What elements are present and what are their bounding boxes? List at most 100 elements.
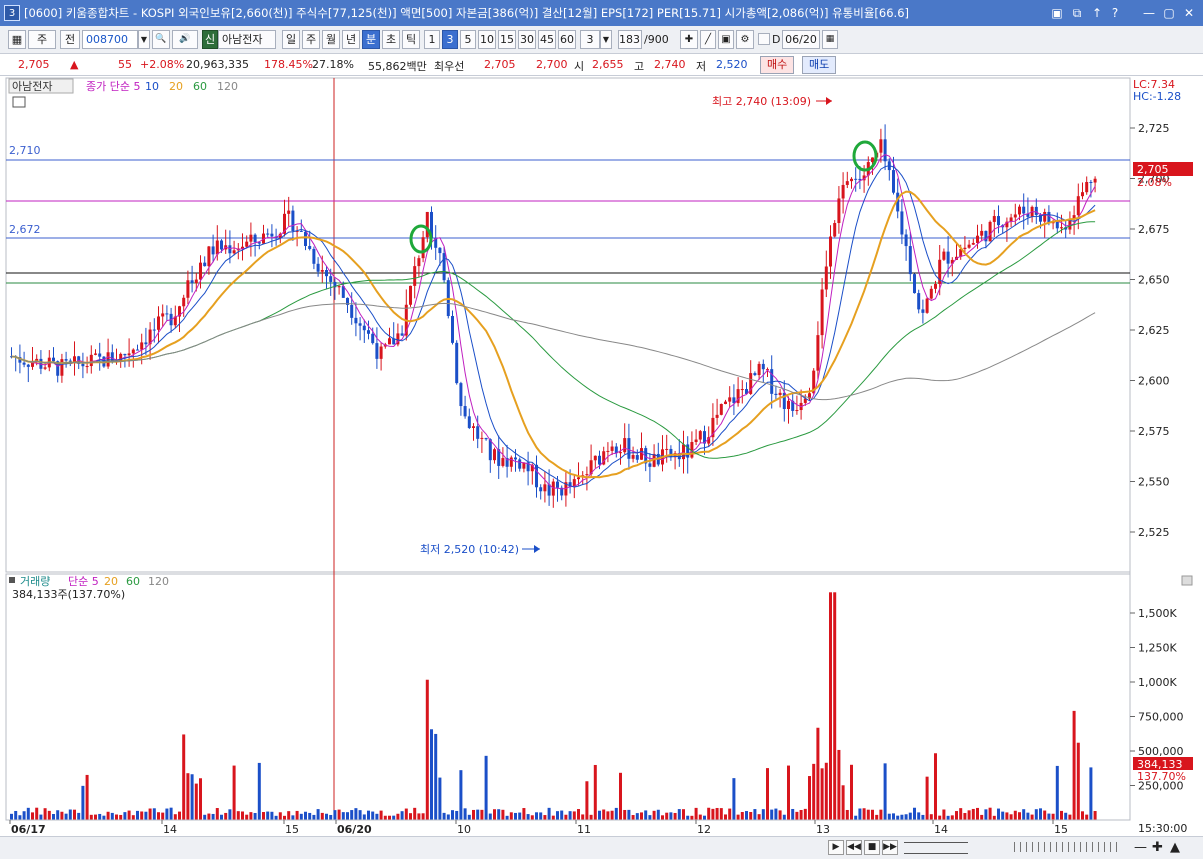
zoom-out-icon[interactable]: —: [1134, 840, 1147, 855]
zoom-in-icon[interactable]: ✚: [1152, 840, 1163, 855]
interval-15[interactable]: 15: [498, 30, 516, 49]
volume-bar: [686, 815, 690, 820]
scroll-track[interactable]: [904, 842, 968, 854]
search-icon[interactable]: 🔍: [152, 30, 170, 49]
date-checkbox[interactable]: [758, 33, 770, 45]
line-tool-icon[interactable]: ╱: [700, 30, 716, 49]
maximize-icon[interactable]: ▢: [1160, 4, 1178, 22]
panel-collapse-icon[interactable]: [1181, 575, 1193, 586]
minimize-icon[interactable]: —: [1140, 4, 1158, 22]
candle-body: [992, 216, 996, 222]
candle-body: [350, 304, 354, 318]
volume-bar: [1051, 813, 1055, 820]
stock-code-input[interactable]: 008700: [82, 30, 138, 49]
candle-body: [123, 353, 127, 356]
fast-forward-icon[interactable]: ▶▶: [882, 840, 898, 855]
interval-1[interactable]: 1: [424, 30, 440, 49]
period-month[interactable]: 월: [322, 30, 340, 49]
calendar-icon[interactable]: ▦: [822, 30, 838, 49]
period-week[interactable]: 주: [302, 30, 320, 49]
title-bar: 3 [0600] 키움종합차트 - KOSPI 외국인보유[2,660(천)] …: [0, 0, 1203, 26]
candle-body: [472, 426, 475, 428]
volume-bar: [404, 808, 408, 820]
scroll-right-icon[interactable]: ▶: [828, 840, 844, 855]
price-volume-chart[interactable]: 2,7252,7002,6752,6502,6252,6002,5752,550…: [0, 76, 1203, 836]
candle-body: [518, 459, 522, 469]
volume-bar: [770, 809, 774, 820]
volume-bar: [249, 812, 253, 820]
zoom-slider[interactable]: [1014, 842, 1118, 852]
interval-10[interactable]: 10: [478, 30, 496, 49]
last-price-tag-text: 2,705: [1137, 163, 1169, 176]
volume-bar: [47, 810, 51, 820]
candle-body: [232, 250, 236, 254]
candle-body: [635, 455, 639, 460]
time-axis-label: 10: [457, 823, 471, 836]
chart-settings-icon[interactable]: ▦: [8, 30, 26, 49]
restore-window-icon[interactable]: ⧉: [1068, 4, 1086, 22]
stop-icon[interactable]: ■: [864, 840, 880, 855]
volume-bar: [900, 814, 904, 820]
period-second[interactable]: 초: [382, 30, 400, 49]
volume-bar: [488, 813, 492, 820]
candle-body: [270, 233, 274, 237]
code-dropdown-icon[interactable]: ▼: [138, 30, 150, 49]
volume-bar: [904, 814, 908, 820]
gear-icon[interactable]: ⚙: [736, 30, 754, 49]
period-tick[interactable]: 틱: [402, 30, 420, 49]
volume-bar: [291, 815, 295, 820]
auto-scale-icon[interactable]: ▲: [1170, 840, 1180, 855]
market-select[interactable]: 주: [28, 30, 56, 49]
price-axis-label: 2,600: [1138, 375, 1170, 388]
pin-icon[interactable]: ↑: [1088, 4, 1106, 22]
interval-5[interactable]: 5: [460, 30, 476, 49]
volume-bar: [526, 814, 530, 820]
volume-bar: [753, 809, 757, 820]
candle-body: [627, 438, 631, 459]
period-day[interactable]: 일: [282, 30, 300, 49]
volume-bar: [535, 812, 538, 820]
save-icon[interactable]: ▣: [718, 30, 734, 49]
price-axis-label: 2,725: [1138, 122, 1170, 135]
candle-body: [816, 335, 820, 371]
trade-value: 55,862백만: [368, 60, 427, 73]
rewind-icon[interactable]: ◀◀: [846, 840, 862, 855]
volume-bar: [400, 811, 404, 820]
interval-dropdown-icon[interactable]: ▼: [600, 30, 612, 49]
volume-bar: [640, 812, 643, 820]
period-year[interactable]: 년: [342, 30, 360, 49]
volume-bar: [1093, 811, 1097, 820]
volume-bar: [661, 815, 664, 820]
time-axis-label: 13: [816, 823, 830, 836]
turnover: 27.18%: [312, 58, 354, 71]
volume-bar: [215, 808, 219, 820]
interval-60[interactable]: 60: [558, 30, 576, 49]
buy-button[interactable]: 매수: [760, 56, 795, 74]
volume-bar: [837, 749, 841, 820]
period-minute[interactable]: 분: [362, 30, 380, 49]
interval-3[interactable]: 3: [442, 30, 458, 49]
volume-bar: [358, 810, 362, 820]
close-icon[interactable]: ✕: [1180, 4, 1198, 22]
sell-button[interactable]: 매도: [802, 56, 837, 74]
volume-panel: [5, 573, 1131, 821]
price-axis-label: 2,675: [1138, 223, 1170, 236]
help-icon[interactable]: ?: [1106, 4, 1124, 22]
volume-bar: [1081, 811, 1084, 820]
interval-30[interactable]: 30: [518, 30, 536, 49]
interval-45[interactable]: 45: [538, 30, 556, 49]
volume-bar: [157, 812, 160, 820]
crosshair-icon[interactable]: ✚: [680, 30, 698, 49]
volume-bar: [266, 811, 270, 820]
count-input[interactable]: 183: [618, 30, 642, 49]
interval-value-input[interactable]: 3: [580, 30, 600, 49]
date-input[interactable]: 06/20: [782, 30, 820, 49]
speaker-icon[interactable]: 🔊: [172, 30, 198, 49]
volume-bar: [337, 809, 341, 820]
volume-bar: [694, 807, 698, 820]
volume-bar: [1072, 710, 1076, 820]
volume-bar: [43, 808, 47, 820]
layout-icon[interactable]: ▣: [1048, 4, 1066, 22]
volume-bar: [656, 809, 660, 820]
all-button[interactable]: 전: [60, 30, 80, 49]
